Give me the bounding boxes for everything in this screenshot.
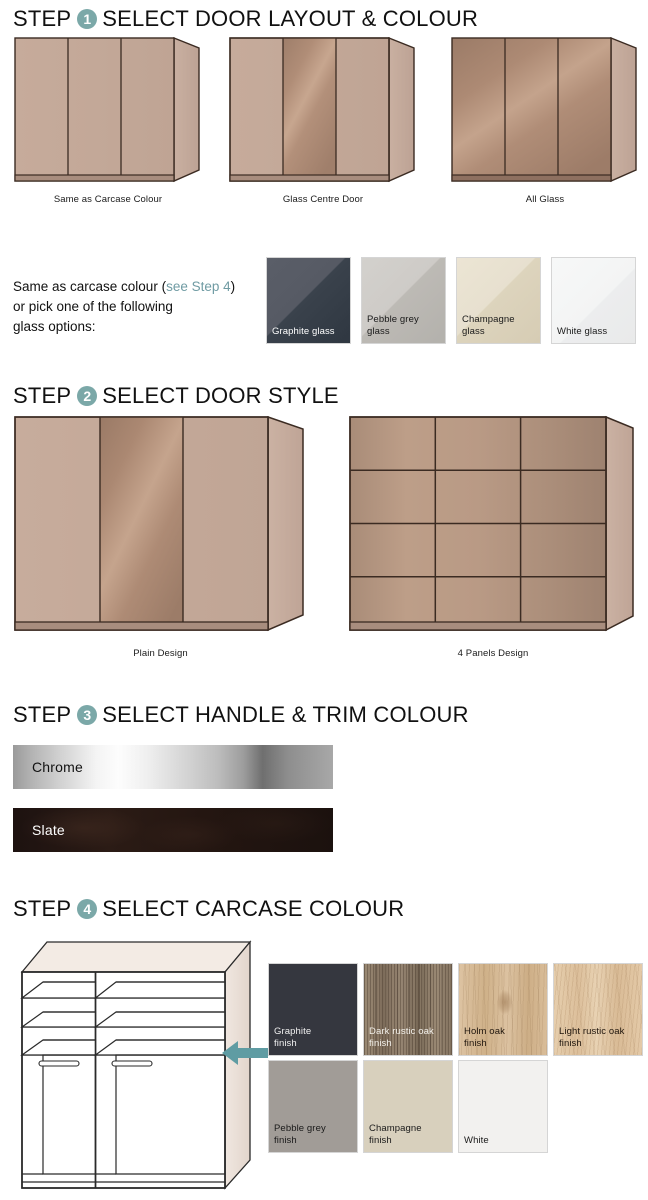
carcase-pointer-arrow-icon	[222, 1038, 268, 1073]
trim-colour-label-slate: Slate	[32, 822, 65, 838]
step-3-heading: STEP 3 SELECT HANDLE & TRIM COLOUR	[13, 702, 469, 728]
door-layout-caption-3: All Glass	[525, 194, 565, 205]
glass-swatch-pebble-grey[interactable]: Pebble grey glass	[361, 257, 446, 344]
carcase-finish-holm-oak[interactable]: Holm oak finish	[458, 963, 548, 1056]
step-4-title: SELECT CARCASE COLOUR	[102, 896, 405, 921]
glass-swatch-label-white: White glass	[557, 325, 608, 337]
step-4-heading: STEP 4 SELECT CARCASE COLOUR	[13, 896, 404, 922]
carcase-finish-white[interactable]: White	[458, 1060, 548, 1153]
step-1-title: SELECT DOOR LAYOUT & COLOUR	[102, 6, 479, 31]
carcase-finish-pebble-grey[interactable]: Pebble grey finish	[268, 1060, 358, 1153]
glass-swatch-label-graphite: Graphite glass	[272, 325, 335, 337]
wardrobe-configurator-page: STEP 1 SELECT DOOR LAYOUT & COLOUR Same …	[0, 0, 648, 1200]
glass-options-description: Same as carcase colour (see Step 4) or p…	[13, 277, 263, 337]
carcase-finish-label-white: White	[464, 1134, 489, 1146]
step-4-word: STEP	[13, 896, 72, 921]
glass-swatch-graphite[interactable]: Graphite glass	[266, 257, 351, 344]
step-1-word: STEP	[13, 6, 72, 31]
carcase-finish-champagne[interactable]: Champagne finish	[363, 1060, 453, 1153]
door-layout-option-same-as-carcase[interactable]	[13, 36, 203, 188]
glass-swatch-white[interactable]: White glass	[551, 257, 636, 344]
door-style-option-4-panels-design[interactable]	[348, 415, 638, 643]
trim-colour-option-chrome[interactable]: Chrome	[13, 745, 333, 789]
trim-colour-option-slate[interactable]: Slate	[13, 808, 333, 852]
hanging-rail	[38, 1060, 80, 1067]
door-layout-caption-1: Same as Carcase Colour	[53, 194, 163, 205]
door-layout-option-all-glass[interactable]	[450, 36, 640, 188]
door-style-caption-2: 4 Panels Design	[457, 648, 529, 659]
carcase-finish-light-rustic-oak[interactable]: Light rustic oak finish	[553, 963, 643, 1056]
glass-swatch-label-pebble-grey: Pebble grey glass	[367, 314, 419, 337]
hanging-rail	[111, 1060, 153, 1067]
intro-text-part1: Same as carcase colour (	[13, 279, 167, 294]
step-3-badge: 3	[77, 705, 98, 725]
step-3-title: SELECT HANDLE & TRIM COLOUR	[102, 702, 469, 727]
step-3-word: STEP	[13, 702, 72, 727]
door-layout-caption-2: Glass Centre Door	[282, 194, 364, 205]
door-style-caption-1: Plain Design	[133, 648, 188, 659]
step-2-badge: 2	[77, 386, 98, 406]
carcase-finish-label-dark-rustic-oak: Dark rustic oak finish	[369, 1026, 434, 1049]
step-1-heading: STEP 1 SELECT DOOR LAYOUT & COLOUR	[13, 6, 478, 32]
step-4-badge: 4	[77, 899, 98, 919]
see-step-4-link[interactable]: see Step 4	[166, 279, 231, 294]
carcase-finish-label-pebble-grey: Pebble grey finish	[274, 1123, 326, 1146]
carcase-finish-dark-rustic-oak[interactable]: Dark rustic oak finish	[363, 963, 453, 1056]
trim-colour-label-chrome: Chrome	[32, 759, 83, 775]
door-style-option-plain-design[interactable]	[13, 415, 308, 643]
door-layout-option-glass-centre-door[interactable]	[228, 36, 418, 188]
carcase-finish-label-graphite: Graphite finish	[274, 1026, 312, 1049]
intro-text-part2: )	[230, 279, 236, 294]
step-2-title: SELECT DOOR STYLE	[102, 383, 339, 408]
glass-swatch-champagne[interactable]: Champagne glass	[456, 257, 541, 344]
carcase-finish-label-champagne: Champagne finish	[369, 1123, 422, 1146]
intro-text-line3: glass options:	[13, 319, 96, 334]
carcase-finish-label-light-rustic-oak: Light rustic oak finish	[559, 1026, 625, 1049]
intro-text-line2: or pick one of the following	[13, 299, 173, 314]
step-2-heading: STEP 2 SELECT DOOR STYLE	[13, 383, 339, 409]
step-2-word: STEP	[13, 383, 72, 408]
carcase-finish-label-holm-oak: Holm oak finish	[464, 1026, 505, 1049]
carcase-finish-graphite[interactable]: Graphite finish	[268, 963, 358, 1056]
step-1-badge: 1	[77, 9, 98, 29]
glass-swatch-label-champagne: Champagne glass	[462, 314, 515, 337]
